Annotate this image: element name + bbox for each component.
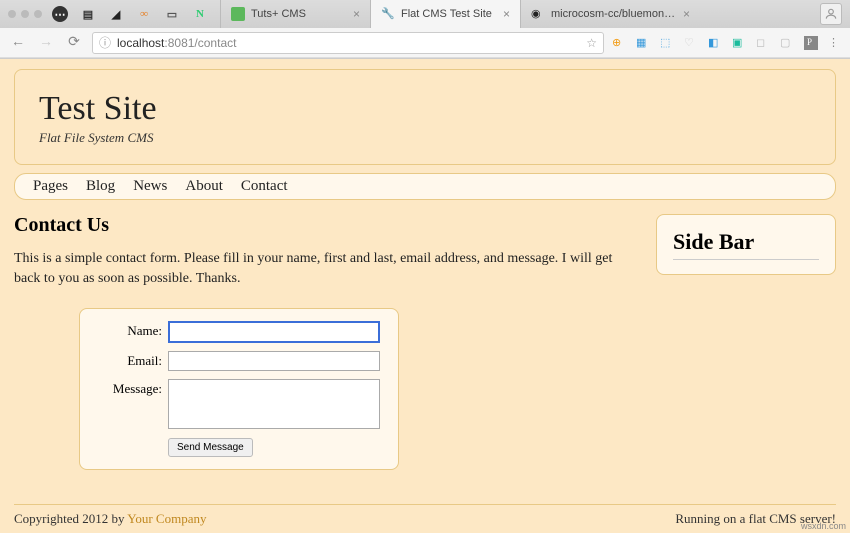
ext-right-6[interactable]: ▣ bbox=[732, 36, 746, 50]
sidebar-heading: Side Bar bbox=[673, 229, 819, 260]
nav-contact[interactable]: Contact bbox=[241, 178, 288, 195]
email-label: Email: bbox=[98, 351, 168, 369]
ext-icon-1[interactable]: ⋯ bbox=[52, 6, 68, 22]
message-textarea[interactable] bbox=[168, 379, 380, 429]
tab-github[interactable]: ◉ microcosm-cc/bluemonday: b × bbox=[520, 0, 700, 28]
url-input[interactable]: ⓘ localhost:8081/contact ☆ bbox=[92, 32, 604, 54]
contact-form: Name: Email: Message: Send Message bbox=[79, 308, 399, 470]
nav-pages[interactable]: Pages bbox=[33, 178, 68, 195]
main-column: Contact Us This is a simple contact form… bbox=[14, 214, 640, 470]
url-host: localhost bbox=[117, 36, 164, 50]
back-button[interactable]: ← bbox=[8, 35, 28, 51]
site-header: Test Site Flat File System CMS bbox=[14, 69, 836, 165]
address-bar: ← → ⟳ ⓘ localhost:8081/contact ☆ ⊕ ▦ ⬚ ♡… bbox=[0, 28, 850, 58]
tab-flat-cms[interactable]: 🔧 Flat CMS Test Site × bbox=[370, 0, 520, 28]
tab-title: Tuts+ CMS bbox=[251, 8, 347, 20]
tab-title: Flat CMS Test Site bbox=[401, 8, 497, 20]
page-content: Test Site Flat File System CMS Pages Blo… bbox=[0, 59, 850, 533]
ext-right-9[interactable]: P bbox=[804, 36, 818, 50]
site-title: Test Site bbox=[39, 90, 811, 128]
send-message-button[interactable]: Send Message bbox=[168, 438, 253, 457]
watermark: wsxdn.com bbox=[801, 521, 846, 531]
tab-title: microcosm-cc/bluemonday: b bbox=[551, 8, 677, 20]
copyright-text: Copyrighted 2012 by bbox=[14, 511, 127, 526]
forward-button: → bbox=[36, 35, 56, 51]
ext-right-4[interactable]: ♡ bbox=[684, 36, 698, 50]
nav-news[interactable]: News bbox=[133, 178, 167, 195]
ext-right-1[interactable]: ⊕ bbox=[612, 36, 626, 50]
ext-icon-5[interactable]: ▭ bbox=[164, 6, 180, 22]
browser-chrome: ⋯ ▤ ◢ ∞ ▭ N Tuts+ CMS × 🔧 Flat CMS Test … bbox=[0, 0, 850, 59]
email-input[interactable] bbox=[168, 351, 380, 371]
menu-icon[interactable]: ⋮ bbox=[828, 36, 842, 50]
company-link[interactable]: Your Company bbox=[127, 511, 206, 526]
nav-blog[interactable]: Blog bbox=[86, 178, 115, 195]
name-label: Name: bbox=[98, 321, 168, 339]
intro-text: This is a simple contact form. Please fi… bbox=[14, 249, 640, 288]
close-icon[interactable]: × bbox=[503, 7, 510, 21]
favicon-icon bbox=[231, 7, 245, 21]
github-icon: ◉ bbox=[531, 7, 545, 21]
site-subtitle: Flat File System CMS bbox=[39, 130, 811, 146]
ext-right-5[interactable]: ◧ bbox=[708, 36, 722, 50]
footer-left: Copyrighted 2012 by Your Company bbox=[14, 511, 206, 527]
close-icon[interactable]: × bbox=[353, 7, 360, 21]
name-input[interactable] bbox=[168, 321, 380, 343]
ext-right-3[interactable]: ⬚ bbox=[660, 36, 674, 50]
sidebar: Side Bar bbox=[656, 214, 836, 275]
close-icon[interactable]: × bbox=[683, 7, 690, 21]
ext-icon-6[interactable]: N bbox=[192, 6, 208, 22]
info-icon[interactable]: ⓘ bbox=[99, 34, 111, 51]
ext-icon-4[interactable]: ∞ bbox=[136, 6, 152, 22]
ext-icon-3[interactable]: ◢ bbox=[108, 6, 124, 22]
main-nav: Pages Blog News About Contact bbox=[14, 173, 836, 200]
page-heading: Contact Us bbox=[14, 214, 640, 237]
nav-about[interactable]: About bbox=[185, 178, 223, 195]
url-port: :8081 bbox=[164, 36, 194, 50]
ext-right-2[interactable]: ▦ bbox=[636, 36, 650, 50]
url-path: /contact bbox=[194, 36, 236, 50]
ext-icon-2[interactable]: ▤ bbox=[80, 6, 96, 22]
bookmark-icon[interactable]: ☆ bbox=[586, 36, 597, 50]
reload-button[interactable]: ⟳ bbox=[64, 34, 84, 51]
message-label: Message: bbox=[98, 379, 168, 397]
favicon-icon: 🔧 bbox=[381, 7, 395, 21]
footer: Copyrighted 2012 by Your Company Running… bbox=[14, 504, 836, 527]
tab-tuts-cms[interactable]: Tuts+ CMS × bbox=[220, 0, 370, 28]
user-profile-icon[interactable] bbox=[820, 3, 842, 25]
tab-bar: ⋯ ▤ ◢ ∞ ▭ N Tuts+ CMS × 🔧 Flat CMS Test … bbox=[0, 0, 850, 28]
ext-right-7[interactable]: ◻ bbox=[756, 36, 770, 50]
window-controls[interactable] bbox=[8, 10, 42, 18]
ext-right-8[interactable]: ▢ bbox=[780, 36, 794, 50]
